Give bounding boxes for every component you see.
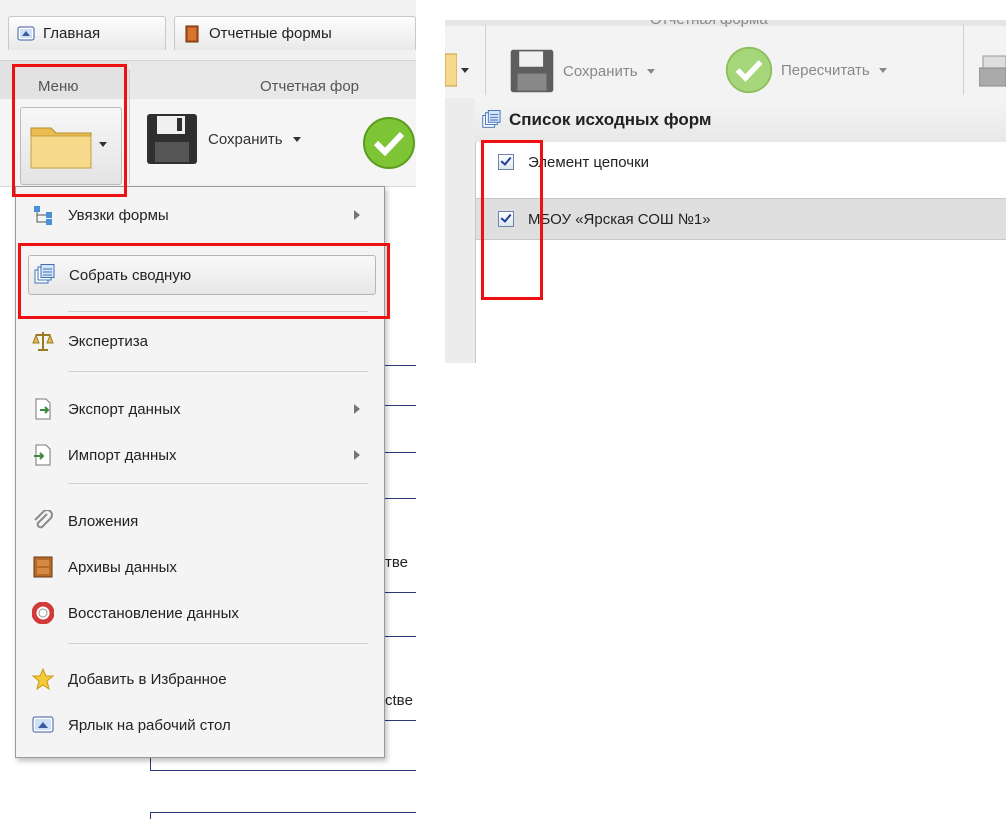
menu-item-label: Вложения: [68, 512, 139, 530]
checkbox[interactable]: [498, 211, 514, 227]
floppy-disk-icon: [510, 49, 554, 93]
collect-summary-icon: [34, 264, 55, 284]
book-icon: [185, 25, 199, 42]
window-title: Список исходных форм: [509, 110, 712, 129]
chevron-down-icon: [646, 68, 655, 74]
menu-item-add-favorite[interactable]: Добавить в Избранное: [16, 659, 382, 699]
shortcut-icon: [32, 716, 54, 733]
floppy-disk-icon: [147, 114, 197, 164]
background-text-fragment: тве: [385, 554, 409, 571]
folder-icon: [445, 53, 457, 87]
list-item-label: МБОУ «Ярская СОШ №1»: [528, 210, 711, 228]
folder-icon: [30, 127, 92, 169]
home-screen-icon: [17, 26, 35, 40]
dropdown-menu: Увязки формы Собрать сводную Экспертиза: [15, 186, 385, 758]
list-item[interactable]: МБОУ «Ярская СОШ №1»: [476, 198, 1006, 240]
submenu-arrow-icon: [354, 450, 360, 460]
paperclip-icon: [34, 510, 53, 529]
menu-item-import[interactable]: Импорт данных: [16, 435, 382, 475]
menu-item-label: Архивы данных: [68, 558, 177, 576]
archive-cabinet-icon: [33, 556, 53, 578]
submenu-arrow-icon: [354, 210, 360, 220]
save-label: Сохранить: [563, 62, 638, 80]
links-icon: [34, 206, 52, 225]
tab-report-forms[interactable]: Отчетные формы: [174, 16, 416, 50]
star-icon: [32, 668, 54, 690]
menu-item-attachments[interactable]: Вложения: [16, 501, 382, 541]
checkbox[interactable]: [498, 154, 514, 170]
menu-item-label: Экспорт данных: [68, 400, 181, 418]
menu-group-label: Меню: [38, 78, 79, 95]
save-button[interactable]: Сохранить: [145, 112, 301, 166]
source-forms-list: Элемент цепочки МБОУ «Ярская СОШ №1»: [475, 142, 1006, 363]
chevron-down-icon: [99, 142, 107, 147]
tab-bar: Главная Отчетные формы: [0, 0, 416, 61]
save-label: Сохранить: [208, 130, 283, 148]
recalculate-check-icon[interactable]: [362, 116, 416, 170]
menu-item-collect-summary[interactable]: Собрать сводную: [28, 255, 376, 295]
menu-folder-button[interactable]: [20, 107, 122, 185]
menu-item-label: Импорт данных: [68, 446, 177, 464]
tab-home[interactable]: Главная: [8, 16, 166, 50]
tab-report-forms-label: Отчетные формы: [209, 25, 332, 42]
menu-item-label: Добавить в Избранное: [68, 670, 227, 688]
menu-item-data-archives[interactable]: Архивы данных: [16, 547, 382, 587]
left-panel: Главная Отчетные формы Меню Отчетная фор: [0, 0, 416, 819]
chevron-down-icon: [292, 136, 301, 142]
chevron-down-icon: [461, 68, 469, 73]
recalculate-button[interactable]: Пересчитать: [725, 46, 887, 94]
menu-item-expertise[interactable]: Экспертиза: [16, 321, 382, 361]
menu-item-desktop-shortcut[interactable]: Ярлык на рабочий стол: [16, 705, 382, 745]
printer-icon[interactable]: [979, 54, 1006, 94]
right-panel: Отчетная форма Сохранить Пересчитать: [445, 20, 1006, 363]
save-button[interactable]: Сохранить: [509, 48, 655, 94]
menu-item-form-links[interactable]: Увязки формы: [16, 195, 382, 235]
submenu-arrow-icon: [354, 404, 360, 414]
menu-item-label: Ярлык на рабочий стол: [68, 716, 231, 734]
import-icon: [34, 444, 51, 466]
export-icon: [35, 398, 51, 420]
source-forms-window-title: Список исходных форм: [475, 98, 1006, 143]
list-item[interactable]: Элемент цепочки: [476, 142, 1006, 182]
tab-home-label: Главная: [43, 25, 101, 42]
recalculate-label: Пересчитать: [781, 61, 870, 79]
menu-item-label: Экспертиза: [68, 332, 148, 350]
menu-item-label: Собрать сводную: [69, 266, 192, 284]
menu-item-label: Увязки формы: [68, 206, 169, 224]
menu-item-export[interactable]: Экспорт данных: [16, 389, 382, 429]
collect-summary-icon: [482, 110, 501, 128]
list-item-label: Элемент цепочки: [528, 153, 650, 171]
ribbon-right: Отчетная форма Сохранить Пересчитать: [445, 20, 1006, 99]
scales-icon: [32, 332, 54, 351]
menu-item-label: Восстановление данных: [68, 604, 239, 622]
form-group-label: Отчетная фор: [260, 78, 360, 95]
menu-item-data-recovery[interactable]: Восстановление данных: [16, 593, 382, 633]
background-text-fragment: ctвe: [385, 692, 413, 709]
recalculate-check-icon: [725, 46, 773, 94]
form-group-label: Отчетная форма: [650, 20, 768, 28]
chevron-down-icon: [878, 67, 887, 73]
lifebuoy-icon: [32, 602, 54, 624]
